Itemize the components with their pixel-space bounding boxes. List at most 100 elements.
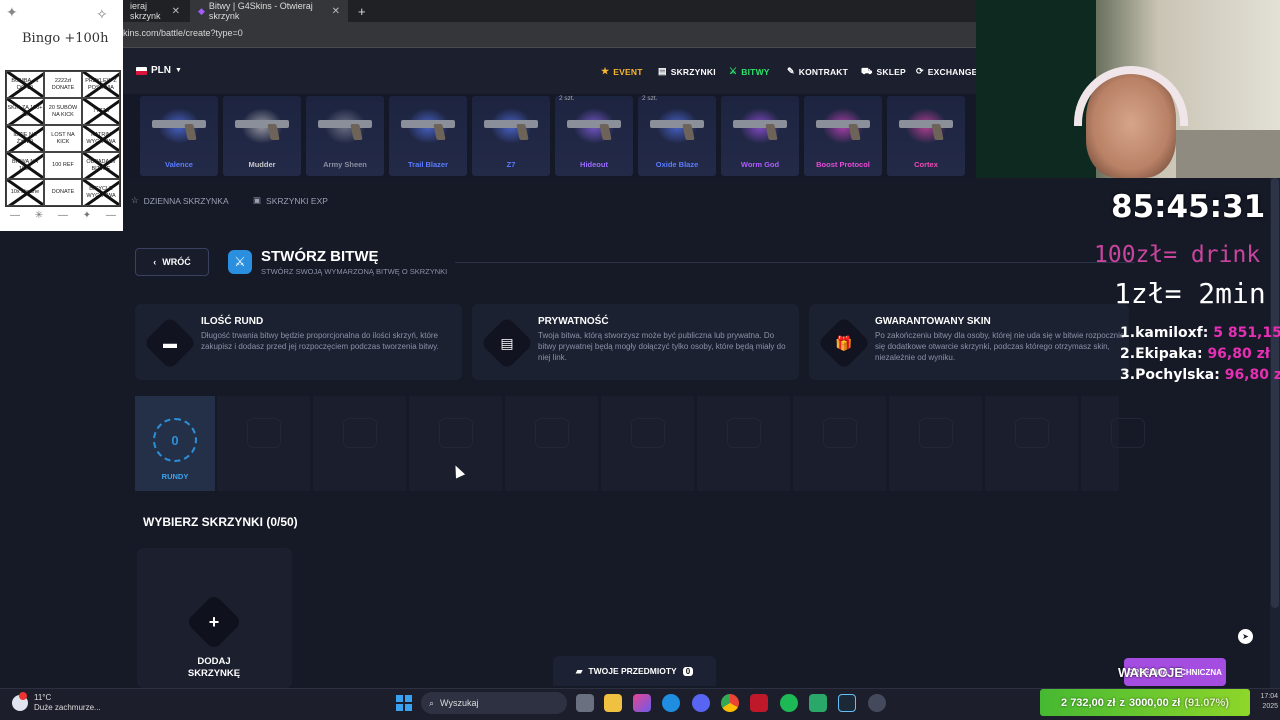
empty-slot-icon xyxy=(919,418,953,448)
weapon-skin-icon xyxy=(733,116,787,140)
tab-title: Bitwy | G4Skins - Otwieraj skrzynk xyxy=(208,1,313,21)
weapon-skin-icon xyxy=(401,116,455,140)
windows-start-icon[interactable] xyxy=(396,695,412,711)
webcam-background xyxy=(1176,130,1280,178)
case-card[interactable]: 2 szt. Oxide Blaze xyxy=(638,95,716,176)
currency-selector[interactable]: PLN ▼ xyxy=(136,65,182,76)
case-card[interactable]: Boost Protocol xyxy=(804,96,882,176)
bingo-card: ✦ ✧ Bingo +100h BOMBA +1 DO 10 2222zł DON… xyxy=(0,0,123,231)
nav-bitwy[interactable]: ⚔ BITWY xyxy=(729,66,770,77)
address-bar[interactable]: kins.com/battle/create?type=0 xyxy=(0,22,976,48)
lb-name: Ekipaka: xyxy=(1135,346,1203,362)
url-text[interactable]: kins.com/battle/create?type=0 xyxy=(123,28,243,38)
webcam-background xyxy=(976,0,1096,178)
bingo-cell: 2222zł DONATE xyxy=(44,71,82,98)
case-card[interactable]: Valence xyxy=(140,96,218,176)
weapon-skin-icon xyxy=(235,116,289,140)
spotify-icon[interactable] xyxy=(780,694,798,712)
case-quantity: 2 szt. xyxy=(642,95,658,102)
empty-slot-icon xyxy=(1015,418,1049,448)
leaderboard-entry: 3.Pochylska: 96,80 zł xyxy=(1120,367,1280,383)
app-icon[interactable] xyxy=(809,694,827,712)
back-button[interactable]: ‹ WRÓĆ xyxy=(135,248,209,276)
battle-icon: ⚔ xyxy=(228,250,252,274)
star-icon: ★ xyxy=(601,66,610,76)
bingo-cell: KATRIN WYGRYWA xyxy=(82,125,120,152)
opera-icon[interactable] xyxy=(750,694,768,712)
tab-title: ieraj skrzynk xyxy=(130,1,161,21)
browser-tab-active[interactable]: ◆ Bitwy | G4Skins - Otwieraj skrzynk ✕ xyxy=(190,0,348,22)
empty-slot-icon xyxy=(631,418,665,448)
case-name: Oxide Blaze xyxy=(655,160,699,169)
rounds-badge: 0 xyxy=(153,418,197,462)
case-card[interactable]: Trail Blazer xyxy=(389,96,467,176)
search-label: Wyszukaj xyxy=(440,698,479,708)
sparkle-icon: ✧ xyxy=(96,6,108,22)
scrollbar-thumb[interactable] xyxy=(1271,178,1279,608)
leaderboard-entry: 1.kamiloxf: 5 851,15 zł xyxy=(1120,325,1280,341)
case-card[interactable]: Worm God xyxy=(721,96,799,176)
cloud-icon xyxy=(12,692,28,712)
bingo-cell: BICYCLE WYGRYWA xyxy=(82,179,120,206)
file-explorer-icon[interactable] xyxy=(604,694,622,712)
webcam-feed xyxy=(976,0,1280,178)
add-case-button[interactable]: DODAJ SKRZYNKĘ xyxy=(175,656,253,680)
nav-event[interactable]: ★ EVENT xyxy=(601,66,643,77)
weapon-skin-icon xyxy=(152,116,206,140)
case-card[interactable]: Z7 xyxy=(472,96,550,176)
rounds-counter[interactable]: 0 RUNDY xyxy=(135,396,215,491)
nav-skrzynki[interactable]: ▤ SKRZYNKI xyxy=(658,66,716,77)
case-card[interactable]: Cortex xyxy=(887,96,965,176)
leaderboard-entry: 2.Ekipaka: 96,80 zł xyxy=(1120,346,1270,362)
rounds-row: 0 RUNDY xyxy=(135,396,1145,491)
exchange-icon: ⟳ xyxy=(916,66,924,76)
plus-icon[interactable]: + xyxy=(194,602,234,642)
round-slot xyxy=(889,396,982,491)
nav-label: KONTRAKT xyxy=(798,66,849,77)
nav-exchanger[interactable]: ⟳ EXCHANGER xyxy=(916,66,984,77)
case-card[interactable]: 2 szt. Hideout xyxy=(555,95,633,176)
steam-icon[interactable] xyxy=(838,694,856,712)
sparkle-icon: — ✳ — ✦ — xyxy=(10,210,122,221)
my-items-count: 0 xyxy=(682,666,694,676)
empty-slot-icon xyxy=(535,418,569,448)
my-items-button[interactable]: ▰ TWOJE PRZEDMIOTY 0 xyxy=(553,656,716,686)
close-icon[interactable]: ✕ xyxy=(332,6,340,17)
clock-time: 17:04 xyxy=(1260,693,1278,700)
rocket-icon[interactable]: ➤ xyxy=(1238,629,1253,644)
case-card[interactable]: Mudder xyxy=(223,96,301,176)
info-card-guaranteed: 🎁 GWARANTOWANY SKIN Po zakończeniu bitwy… xyxy=(809,304,1129,380)
lb-rank: 1. xyxy=(1120,325,1136,341)
lb-name: kamiloxf: xyxy=(1135,325,1209,341)
discord-icon[interactable] xyxy=(692,694,710,712)
nav-kontrakt[interactable]: ✎ KONTRAKT xyxy=(787,66,848,77)
taskbar-search[interactable]: ⌕ Wyszukaj xyxy=(421,692,567,714)
lb-amount: 96,80 zł xyxy=(1224,367,1280,383)
chest-icon: ▬ xyxy=(163,335,177,351)
info-card-rounds: ▬ ILOŚĆ RUND Długość trwania bitwy będzi… xyxy=(135,304,462,380)
case-card[interactable]: Army Sheen xyxy=(306,96,384,176)
weather-widget[interactable]: 11°C Duże zachmurze... xyxy=(12,692,101,714)
weapon-skin-icon xyxy=(650,116,704,140)
case-name: Worm God xyxy=(740,160,780,169)
settings-gear-icon[interactable] xyxy=(868,694,886,712)
battle-icon: ⚔ xyxy=(729,66,738,76)
case-name: Valence xyxy=(165,160,193,169)
browser-tab[interactable]: ieraj skrzynk ✕ xyxy=(122,0,188,22)
task-view-icon[interactable] xyxy=(576,694,594,712)
daily-case-link[interactable]: ☆ DZIENNA SKRZYNKA xyxy=(131,195,229,206)
exp-cases-link[interactable]: ▣ SKRZYNKI EXP xyxy=(253,195,328,206)
select-cases-title: WYBIERZ SKRZYNKI (0/50) xyxy=(143,515,298,529)
clock-date: 2025 xyxy=(1262,702,1278,710)
copilot-icon[interactable] xyxy=(633,694,651,712)
add-case-label: DODAJ xyxy=(197,656,231,667)
chrome-icon[interactable] xyxy=(721,694,739,712)
edge-icon[interactable] xyxy=(662,694,680,712)
browser-tab-bar: ieraj skrzynk ✕ ◆ Bitwy | G4Skins - Otwier… xyxy=(0,0,976,22)
sparkle-icon: ✦ xyxy=(6,4,18,20)
new-tab-icon[interactable]: + xyxy=(350,0,374,22)
close-icon[interactable]: ✕ xyxy=(172,6,180,17)
system-clock[interactable]: 17:04 2025 xyxy=(1252,692,1278,712)
nav-sklep[interactable]: ⛟ SKLEP xyxy=(861,66,906,78)
nav-label: BITWY xyxy=(741,66,770,77)
